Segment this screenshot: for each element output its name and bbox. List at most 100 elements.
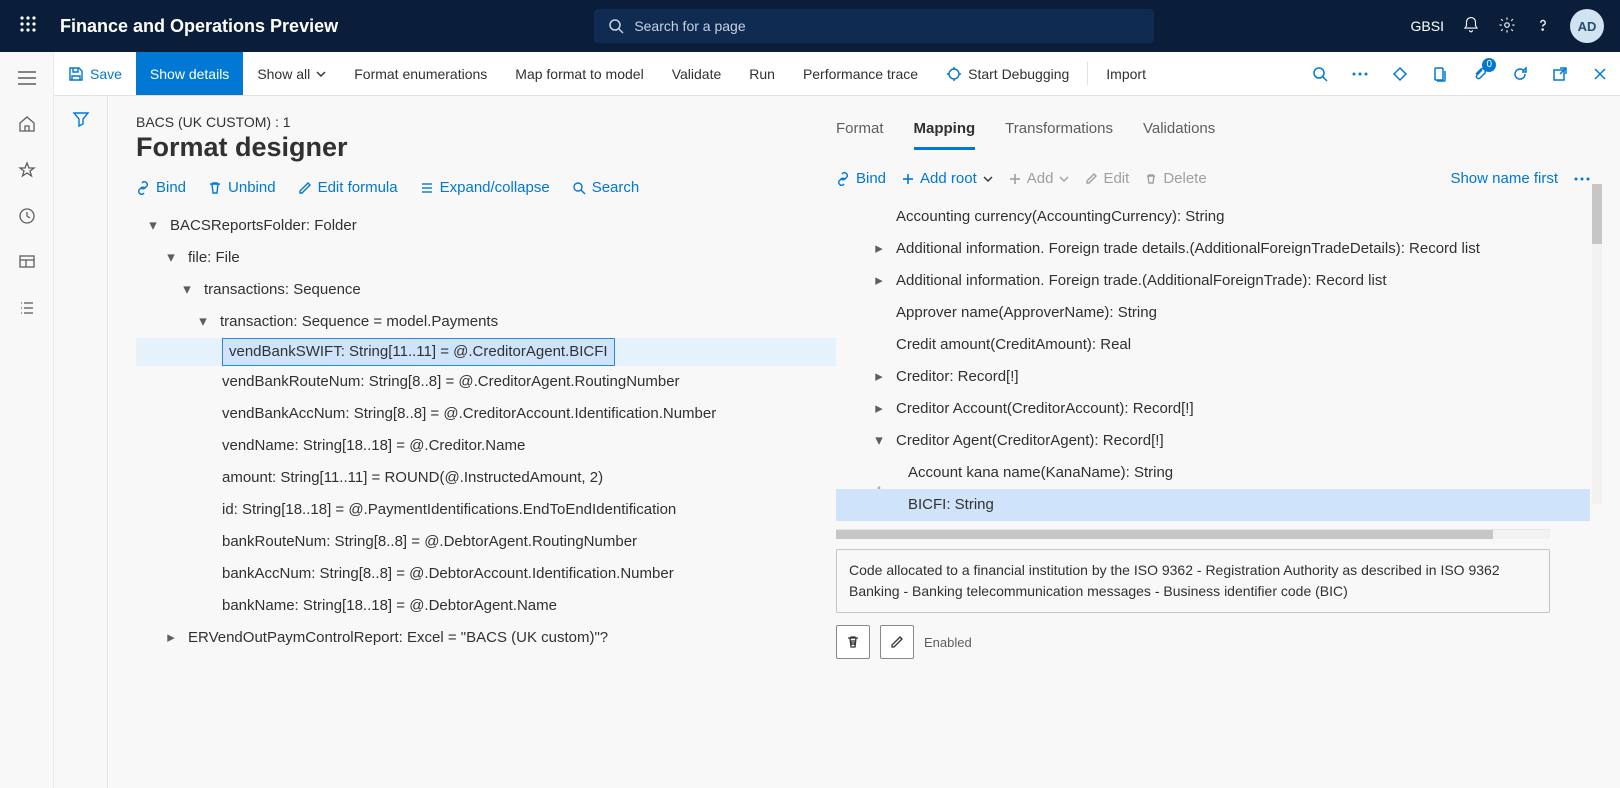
show-name-first-button[interactable]: Show name first: [1450, 170, 1558, 187]
waffle-icon[interactable]: [8, 15, 48, 38]
tab-validations[interactable]: Validations: [1143, 114, 1215, 150]
workspace-icon[interactable]: [15, 250, 39, 274]
popout-icon[interactable]: [1540, 52, 1580, 95]
tree-node[interactable]: vendBankAccNum: String[8..8] = @.Credito…: [136, 398, 836, 430]
mapping-tree: Accounting currency(AccountingCurrency):…: [836, 201, 1590, 521]
map-node[interactable]: Accounting currency(AccountingCurrency):…: [836, 201, 1590, 233]
delete-detail-button[interactable]: [836, 625, 870, 659]
tree-search-button[interactable]: Search: [572, 179, 640, 196]
tab-mapping[interactable]: Mapping: [914, 114, 976, 150]
tree-node[interactable]: amount: String[11..11] = ROUND(@.Instruc…: [136, 462, 836, 494]
collapse-icon[interactable]: ▾: [146, 210, 160, 242]
diamond-icon[interactable]: [1380, 52, 1420, 95]
scrollbar-thumb[interactable]: [1592, 184, 1602, 244]
tree-node[interactable]: ▾transaction: Sequence = model.Payments: [136, 306, 836, 338]
expand-icon[interactable]: ▸: [872, 265, 886, 297]
search-placeholder: Search for a page: [634, 18, 745, 34]
edit-detail-button[interactable]: [880, 625, 914, 659]
vertical-scrollbar[interactable]: [1592, 184, 1602, 504]
more-icon[interactable]: [1340, 52, 1380, 95]
tree-node[interactable]: id: String[18..18] = @.PaymentIdentifica…: [136, 494, 836, 526]
tree-node[interactable]: bankAccNum: String[8..8] = @.DebtorAccou…: [136, 558, 836, 590]
collapse-icon[interactable]: ▾: [180, 274, 194, 306]
performance-trace-button[interactable]: Performance trace: [789, 52, 932, 95]
link-icon: [836, 172, 850, 186]
chevron-down-icon: [316, 69, 326, 79]
trash-icon: [1145, 173, 1157, 185]
description-box: Code allocated to a financial institutio…: [836, 549, 1550, 613]
right-more-icon[interactable]: [1574, 177, 1590, 181]
expand-collapse-button[interactable]: Expand/collapse: [420, 179, 550, 196]
scrollbar-thumb[interactable]: [836, 530, 1493, 539]
page-icon[interactable]: [1420, 52, 1460, 95]
pencil-icon: [298, 181, 312, 195]
tree-node[interactable]: ▸ERVendOutPaymControlReport: Excel = "BA…: [136, 622, 836, 654]
expand-icon[interactable]: ▸: [872, 361, 886, 393]
start-debugging-button[interactable]: Start Debugging: [932, 52, 1083, 95]
global-search[interactable]: Search for a page: [594, 9, 1154, 43]
collapse-icon[interactable]: ▾: [164, 242, 178, 274]
map-node[interactable]: ▾Creditor Agent(CreditorAgent): Record[!…: [836, 425, 1590, 457]
import-button[interactable]: Import: [1092, 52, 1160, 95]
map-node[interactable]: ▸Additional information. Foreign trade d…: [836, 233, 1590, 265]
tree-node[interactable]: bankRouteNum: String[8..8] = @.DebtorAge…: [136, 526, 836, 558]
filter-column: [54, 96, 108, 788]
map-node[interactable]: ▸Additional information. Foreign trade.(…: [836, 265, 1590, 297]
map-bind-button[interactable]: Bind: [836, 170, 886, 187]
help-icon[interactable]: [1534, 16, 1552, 37]
attach-icon[interactable]: 0: [1460, 52, 1500, 95]
bell-icon[interactable]: [1462, 16, 1480, 37]
expand-icon[interactable]: ▸: [164, 622, 178, 654]
format-tree: ▾BACSReportsFolder: Folder ▾file: File ▾…: [136, 210, 836, 654]
collapse-icon[interactable]: ▾: [196, 306, 210, 338]
tree-node[interactable]: ▾file: File: [136, 242, 836, 274]
tree-node[interactable]: ▾transactions: Sequence: [136, 274, 836, 306]
tree-node[interactable]: vendBankRouteNum: String[8..8] = @.Credi…: [136, 366, 836, 398]
edit-formula-button[interactable]: Edit formula: [298, 179, 398, 196]
enabled-label: Enabled: [924, 635, 972, 650]
tree-node[interactable]: bankName: String[18..18] = @.DebtorAgent…: [136, 590, 836, 622]
tree-node[interactable]: ▾BACSReportsFolder: Folder: [136, 210, 836, 242]
pencil-icon: [890, 635, 904, 649]
map-node[interactable]: Account kana name(KanaName): String: [836, 457, 1590, 489]
app-title: Finance and Operations Preview: [60, 16, 338, 37]
plus-icon: [1009, 173, 1021, 185]
tab-transformations[interactable]: Transformations: [1005, 114, 1113, 150]
tree-node[interactable]: vendName: String[18..18] = @.Creditor.Na…: [136, 430, 836, 462]
gear-icon[interactable]: [1498, 16, 1516, 37]
hamburger-icon[interactable]: [15, 66, 39, 90]
list-icon: [420, 181, 434, 195]
clock-icon[interactable]: [15, 204, 39, 228]
show-all-button[interactable]: Show all: [243, 52, 340, 95]
map-node[interactable]: ▸Creditor: Record[!]: [836, 361, 1590, 393]
map-node[interactable]: Credit amount(CreditAmount): Real: [836, 329, 1590, 361]
search-action-icon[interactable]: [1300, 52, 1340, 95]
validate-button[interactable]: Validate: [658, 52, 736, 95]
add-root-button[interactable]: Add root: [902, 170, 993, 187]
filter-icon[interactable]: [72, 110, 90, 788]
user-avatar[interactable]: AD: [1570, 9, 1604, 43]
bind-button[interactable]: Bind: [136, 179, 186, 196]
company-selector[interactable]: GBSI: [1411, 18, 1444, 34]
format-enumerations-button[interactable]: Format enumerations: [340, 52, 501, 95]
tab-format[interactable]: Format: [836, 114, 884, 150]
expand-icon[interactable]: ▸: [872, 233, 886, 265]
refresh-icon[interactable]: [1500, 52, 1540, 95]
map-node[interactable]: Approver name(ApproverName): String: [836, 297, 1590, 329]
run-button[interactable]: Run: [735, 52, 789, 95]
star-icon[interactable]: [15, 158, 39, 182]
chevron-down-icon: [983, 174, 993, 184]
map-format-button[interactable]: Map format to model: [501, 52, 657, 95]
collapse-icon[interactable]: ▾: [872, 425, 886, 457]
home-icon[interactable]: [15, 112, 39, 136]
expand-icon[interactable]: ▸: [872, 393, 886, 425]
map-node-selected[interactable]: BICFI: String: [836, 489, 1590, 521]
horizontal-scrollbar[interactable]: [836, 529, 1550, 539]
save-button[interactable]: Save: [54, 52, 136, 95]
map-node[interactable]: ▸Creditor Account(CreditorAccount): Reco…: [836, 393, 1590, 425]
modules-icon[interactable]: [15, 296, 39, 320]
show-details-button[interactable]: Show details: [136, 52, 243, 95]
close-icon[interactable]: [1580, 52, 1620, 95]
unbind-button[interactable]: Unbind: [208, 179, 276, 196]
tree-node-selected[interactable]: vendBankSWIFT: String[11..11] = @.Credit…: [136, 338, 836, 366]
